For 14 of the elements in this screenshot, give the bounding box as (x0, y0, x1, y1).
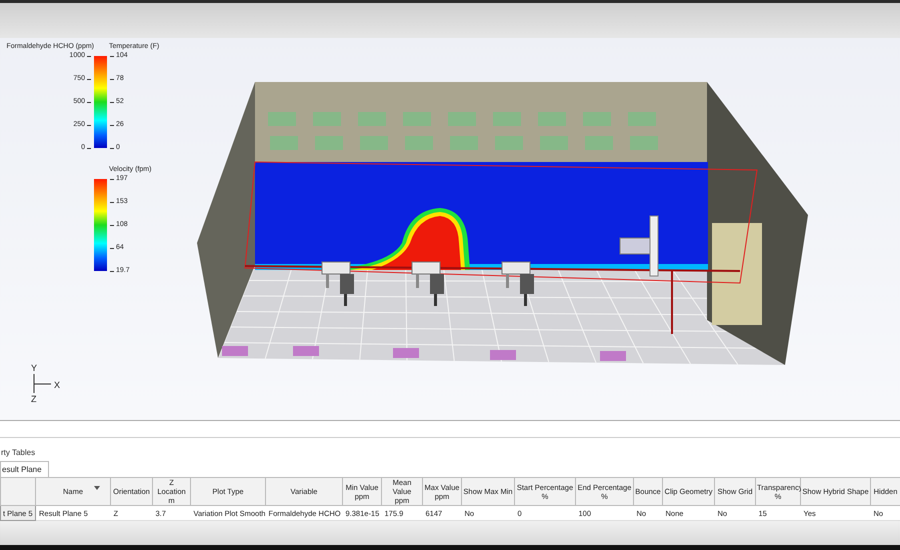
panel-title: rty Tables (0, 447, 36, 459)
tab[interactable]: esult Plane (0, 461, 49, 477)
tick-mark (87, 124, 91, 126)
axis-label: Z (31, 394, 36, 404)
tick-mark (110, 178, 114, 180)
sort-caret-icon[interactable] (94, 486, 100, 490)
axis-triad-icon (34, 374, 52, 394)
tick-mark (110, 270, 114, 272)
tick-mark (110, 124, 114, 126)
axis-label: Y (31, 363, 38, 373)
axis-label: X (54, 380, 60, 390)
tick-mark (110, 224, 114, 226)
tick-mark (87, 78, 91, 80)
tick-mark (110, 78, 114, 80)
